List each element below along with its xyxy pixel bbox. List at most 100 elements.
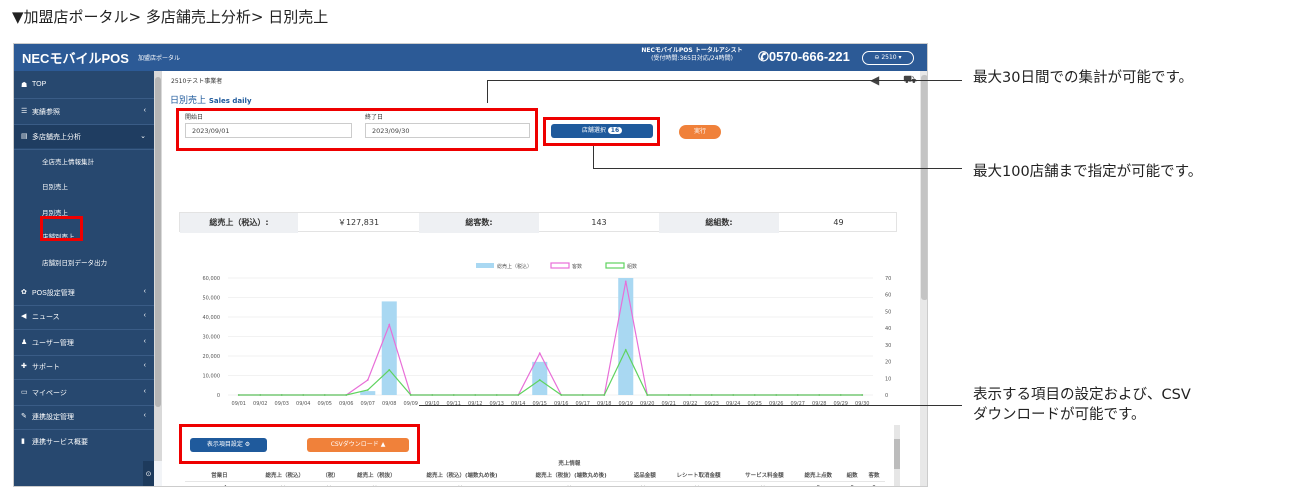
brand-logo[interactable]: NECモバイルPOS — [22, 48, 129, 67]
x-tick-label: 09/21 — [662, 401, 676, 407]
sidebar-scroll-indicator[interactable]: ⊙ — [143, 461, 154, 486]
sidebar-item-13[interactable]: ✎ 連携設定管理 ‹ — [14, 412, 154, 424]
table-body: 2023/09/01 (金)￥0￥0￥0￥0￥0￥0￥0￥0000 — [185, 481, 885, 486]
legend-label: 客数 — [572, 263, 582, 270]
sidebar-item-label: マイページ — [32, 390, 67, 397]
connector-line-2 — [593, 146, 594, 168]
y-left-tick-label: 10,000 — [203, 374, 221, 380]
sidebar-item-8[interactable]: ✿ POS設定管理 ‹ — [14, 288, 154, 300]
chart-point — [237, 394, 240, 396]
connector-line-2b — [593, 168, 962, 169]
legend-label: 組数 — [627, 263, 637, 270]
annotation-settings-line2: ダウンロードが可能です。 — [973, 407, 1146, 423]
sidebar-item-10[interactable]: ♟ ユーザー管理 ‹ — [14, 338, 154, 350]
sidebar-item-icon: ✚ — [21, 363, 27, 370]
table-header-cell[interactable]: （税） — [315, 469, 346, 482]
sidebar-item-icon: ☗ — [21, 82, 28, 89]
table-header-cell[interactable]: 総売上（税込）(端数丸め後) — [407, 469, 517, 482]
sidebar-divider — [14, 124, 154, 125]
sidebar-item-6[interactable]: 店舗別売上 — [14, 231, 154, 243]
x-tick-label: 09/03 — [275, 401, 289, 407]
chart-point — [474, 394, 477, 396]
sidebar-item-4[interactable]: 日別売上 — [14, 181, 154, 193]
sidebar-divider — [14, 329, 154, 330]
table-header-cell[interactable]: 総売上（税抜） — [345, 469, 408, 482]
org-name: 2510テスト事業者 — [171, 78, 223, 85]
table-header-cell[interactable]: 客数 — [863, 469, 885, 482]
x-tick-label: 09/06 — [339, 401, 353, 407]
sidebar-item-label: サポート — [32, 364, 60, 371]
sidebar-item-9[interactable]: ◀ ニュース ‹ — [14, 312, 154, 324]
x-tick-label: 09/12 — [468, 401, 482, 407]
page-scrollbar[interactable] — [920, 71, 927, 486]
sidebar-item-3[interactable]: 全店売上情報集計 — [14, 156, 154, 168]
table-header-cell[interactable]: 総売上（税抜）(端数丸め後) — [516, 469, 626, 482]
table-header-cell[interactable]: 返品金額 — [625, 469, 664, 482]
table-header-cell[interactable]: サービス料金額 — [733, 469, 796, 482]
table-header-cell[interactable]: 総売上点数 — [795, 469, 842, 482]
run-button[interactable]: 実行 — [679, 125, 721, 139]
y-left-tick-label: 40,000 — [203, 315, 221, 321]
x-tick-label: 09/19 — [619, 401, 633, 407]
chart-point — [624, 280, 627, 283]
annotation-store-limit: 最大100店舗まで指定が可能です。 — [973, 164, 1203, 180]
chart-point — [839, 394, 842, 396]
table-cell: 0 — [863, 481, 885, 486]
chart-point — [431, 394, 434, 396]
chart-point — [818, 394, 821, 396]
chart-point — [796, 394, 799, 396]
chart-point — [366, 389, 369, 391]
table-header-cell[interactable]: レシート取消金額 — [663, 469, 734, 482]
table-header-cell[interactable]: 組数 — [841, 469, 864, 482]
x-tick-label: 09/22 — [683, 401, 697, 407]
table-cell: 0 — [795, 481, 842, 486]
legend-swatch — [605, 262, 625, 269]
chart-point — [345, 394, 348, 396]
sidebar-item-12[interactable]: ▭ マイページ ‹ — [14, 388, 154, 400]
connector-line-1 — [487, 80, 488, 103]
app-window: NECモバイルPOS 加盟店ポータル NECモバイルPOS トータルアシスト (… — [13, 43, 928, 487]
x-tick-label: 09/07 — [361, 401, 375, 407]
total-groups-label: 総組数: — [659, 213, 779, 233]
sidebar-scrollbar[interactable] — [154, 71, 162, 461]
sidebar-item-icon: ▤ — [21, 133, 28, 140]
support-title: NECモバイルPOS トータルアシスト — [641, 47, 743, 54]
sidebar-item-1[interactable]: ☰ 実績参照 ‹ — [14, 107, 154, 119]
sidebar-item-11[interactable]: ✚ サポート ‹ — [14, 362, 154, 374]
chart-point — [732, 394, 735, 396]
user-menu[interactable]: ⊖ 2510 ▾ — [862, 51, 914, 65]
support-info: NECモバイルPOS トータルアシスト (受付時間:365日対応/24時間) — [628, 47, 756, 63]
x-tick-label: 09/20 — [640, 401, 654, 407]
table-cell: 2023/09/01 (金) — [185, 481, 254, 486]
sidebar-divider — [14, 355, 154, 356]
sidebar-item-label: ニュース — [32, 314, 60, 321]
chart-point — [538, 352, 541, 355]
sidebar-item-2[interactable]: ▤ 多店舗売上分析 ⌄ — [14, 132, 154, 144]
chart-point — [388, 323, 391, 326]
sidebar-item-0[interactable]: ☗ TOP — [14, 81, 154, 93]
table-cell: ￥0 — [345, 481, 408, 486]
main-content: 2510テスト事業者 日別売上 Sales daily ◀ ⛟ 開始日 2023… — [162, 71, 927, 486]
chart-point — [667, 394, 670, 396]
legend-swatch — [476, 263, 494, 268]
table-header-cell[interactable]: 総売上（税込） — [253, 469, 316, 482]
sidebar-item-label: TOP — [32, 81, 47, 88]
chart-point — [452, 394, 455, 396]
sidebar-item-14[interactable]: ▮ 連携サービス概要 — [14, 437, 154, 449]
page-scroll-thumb[interactable] — [921, 75, 927, 300]
table-group-header: 売上情報 — [558, 461, 581, 467]
chevron-icon: ‹ — [143, 338, 146, 345]
chart-point — [323, 394, 326, 396]
table-cell: ￥0 — [253, 481, 316, 486]
table-scroll-thumb[interactable] — [894, 439, 900, 469]
table-header-cell[interactable]: 営業日 — [185, 469, 254, 482]
chart-point — [775, 394, 778, 396]
table-scrollbar[interactable] — [894, 425, 900, 486]
sidebar-item-5[interactable]: 月別売上 — [14, 207, 154, 219]
support-phone: ✆0570-666-221 — [758, 49, 850, 65]
sidebar-item-7[interactable]: 店舗別日別データ出力 — [14, 257, 154, 269]
chart-legend: 総売上（税込） 客数 組数 — [476, 262, 637, 270]
x-tick-label: 09/05 — [318, 401, 332, 407]
sidebar-scroll-thumb[interactable] — [155, 77, 161, 407]
chart-point — [259, 394, 262, 396]
